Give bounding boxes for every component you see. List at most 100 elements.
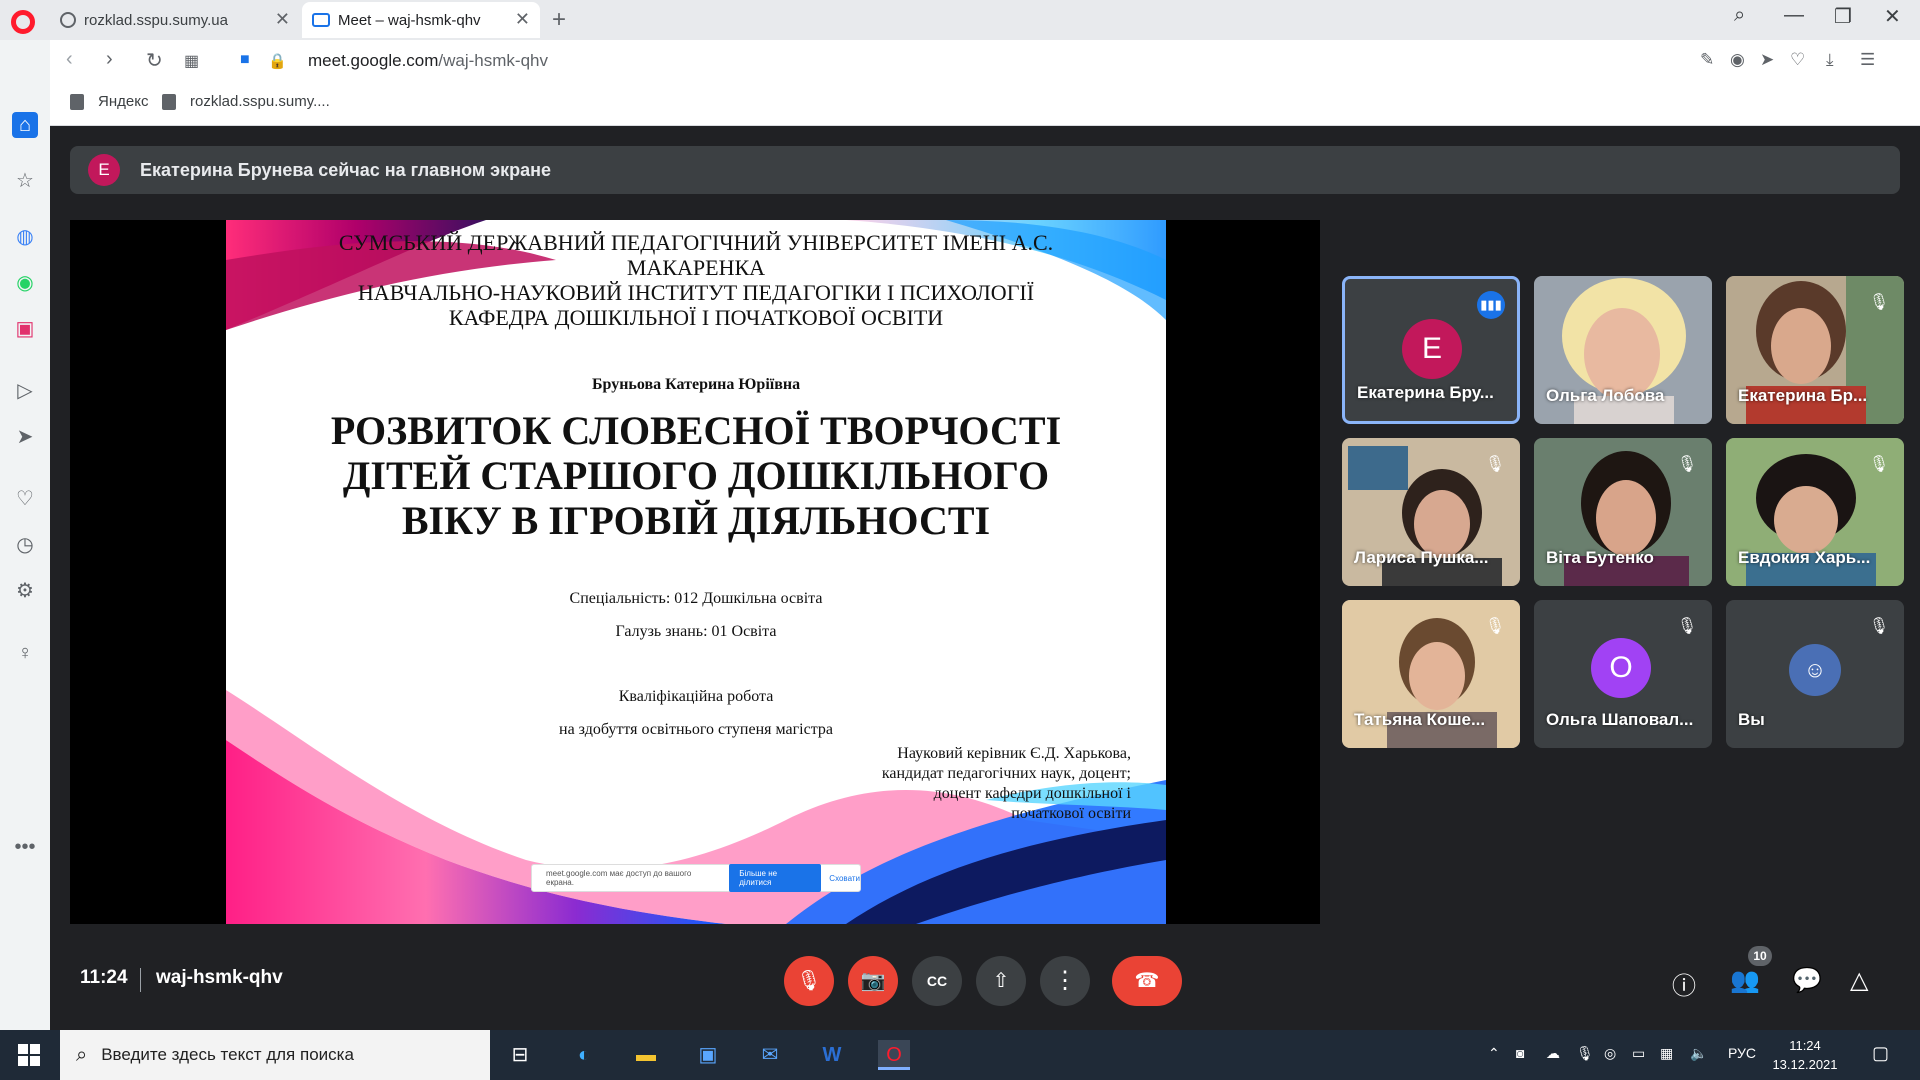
microphone-tray-icon[interactable]: 🎙 [1576,1045,1594,1062]
download-icon[interactable]: ⤓ [1826,50,1834,70]
bookmarks-icon[interactable]: ☆ [12,168,38,194]
language-indicator[interactable]: РУС [1728,1045,1756,1061]
participant-tile[interactable]: 🎙 Екатерина Бр... [1726,276,1904,424]
windows-taskbar: ⌕ Введите здесь текст для поиска ⊟ ◐ ▬ ▣… [0,1030,1920,1080]
slide-title: РОЗВИТОК СЛОВЕСНОЇ ТВОРЧОСТІ ДІТЕЙ СТАРШ… [330,408,1062,543]
present-button[interactable]: ⇧ [976,956,1026,1006]
easy-setup-icon[interactable]: ☰ [1860,50,1875,70]
windows-start-icon[interactable] [18,1044,40,1066]
mic-off-icon: 🎙 [1484,456,1506,473]
close-window-button[interactable]: ✕ [1884,4,1901,29]
activities-icon[interactable]: △ [1850,966,1868,995]
minimize-button[interactable]: — [1784,4,1804,27]
meeting-details-icon[interactable]: ⓘ [1672,966,1696,1001]
participant-tile[interactable]: 🎙 Віта Бутенко [1534,438,1712,586]
tab-meet[interactable]: Meet – waj-hsmk-qhv ✕ [302,2,540,38]
player-icon[interactable]: ▷ [12,378,38,404]
home-icon[interactable]: ⌂ [12,112,38,138]
forward-button[interactable]: › [106,48,113,71]
whatsapp-icon[interactable]: ◉ [12,270,38,296]
onedrive-icon[interactable]: ☁ [1546,1045,1560,1062]
leave-call-button[interactable]: ☎ [1112,956,1182,1006]
bookmark-yandex[interactable]: Яндекс [70,93,148,110]
speaking-indicator-icon: ▮▮▮ [1477,291,1505,319]
network-icon[interactable]: ▦ [1660,1045,1673,1062]
favorites-icon[interactable]: ♡ [12,486,38,512]
close-tab-icon[interactable]: ✕ [275,9,290,30]
participant-tile[interactable]: ☺ 🎙 Вы [1726,600,1904,748]
opera-menu-icon[interactable] [11,10,35,34]
edit-icon[interactable]: ✎ [1700,50,1714,70]
self-avatar: ☺ [1789,644,1841,696]
search-icon: ⌕ [76,1043,88,1066]
stop-sharing-button[interactable]: Більше не ділитися [729,864,822,892]
edge-icon[interactable]: ◐ [568,1040,600,1070]
history-icon[interactable]: ◷ [12,532,38,558]
bookmark-rozklad[interactable]: rozklad.sspu.sumy.... [162,93,330,110]
hide-notice-button[interactable]: Сховати [829,874,860,883]
mic-toggle-button[interactable]: 🎙 [784,956,834,1006]
tray-overflow-icon[interactable]: ⌃ [1488,1045,1500,1062]
reload-button[interactable]: ↻ [146,48,163,73]
bookmark-heart-icon[interactable]: ♡ [1790,50,1805,70]
mic-off-icon: 🎙 [1868,618,1890,635]
snapshot-icon[interactable]: ◉ [1730,50,1745,70]
send-icon[interactable]: ➤ [1760,50,1774,70]
flow-icon[interactable]: ➤ [12,424,38,450]
search-tabs-icon[interactable]: ⌕ [1734,4,1745,27]
chat-icon[interactable]: 💬 [1792,966,1822,995]
mail-icon[interactable]: ✉ [754,1040,786,1070]
more-options-button[interactable]: ⋮ [1040,956,1090,1006]
bookmarks-bar: Яндекс rozklad.sspu.sumy.... [50,82,1920,126]
camera-toggle-button[interactable]: 📷 [848,956,898,1006]
battery-icon[interactable]: ▭ [1632,1045,1645,1062]
vpn-icon[interactable]: ◎ [1604,1045,1616,1062]
store-icon[interactable]: ▣ [692,1040,724,1070]
participant-name: Лариса Пушка... [1354,548,1489,567]
task-view-icon[interactable]: ⊟ [504,1040,536,1070]
back-button[interactable]: ‹ [66,48,73,71]
close-tab-icon[interactable]: ✕ [515,9,530,30]
taskbar-search[interactable]: ⌕ Введите здесь текст для поиска [60,1030,490,1080]
camera-tray-icon[interactable]: ◙ [1516,1045,1524,1061]
tab-rozklad[interactable]: rozklad.sspu.sumy.ua ✕ [50,2,300,38]
divider [140,968,141,992]
meeting-code: waj-hsmk-qhv [156,967,283,988]
participant-tile[interactable]: 🎙 Лариса Пушка... [1342,438,1520,586]
url-field[interactable]: meet.google.com/waj-hsmk-qhv [308,51,548,71]
new-tab-button[interactable]: + [552,6,566,34]
speed-dial-icon[interactable]: ▦ [184,51,199,71]
participant-tile[interactable]: E ▮▮▮ Екатерина Бру... [1342,276,1520,424]
lock-icon[interactable]: 🔒 [268,52,287,70]
participants-icon[interactable]: 👥 [1730,966,1760,995]
slide-degree: на здобуття освітнього ступеня магістра [559,721,833,738]
instagram-icon[interactable]: ▣ [12,316,38,342]
opera-taskbar-icon[interactable]: O [878,1040,910,1070]
slide-qualification: Кваліфікаційна робота [618,688,774,705]
presenting-banner: E Екатерина Брунева сейчас на главном эк… [70,146,1900,194]
page-icon [70,93,84,110]
tips-icon[interactable]: ♀ [12,640,38,666]
captions-button[interactable]: CC [912,956,962,1006]
settings-icon[interactable]: ⚙ [12,578,38,604]
notifications-icon[interactable]: ▢ [1872,1043,1889,1064]
messenger-icon[interactable]: ◍ [12,224,38,250]
participant-tile[interactable]: O 🎙 Ольга Шаповал... [1534,600,1712,748]
camera-permission-icon[interactable]: ■ [240,51,250,69]
taskbar-clock[interactable]: 11:24 13.12.2021 [1760,1036,1850,1074]
volume-icon[interactable]: 🔈 [1690,1045,1707,1062]
word-icon[interactable]: W [816,1040,848,1070]
slide-supervisor: Науковий керівник Є.Д. Харькова, кандида… [881,745,1131,822]
participant-tile[interactable]: 🎙 Евдокия Харь... [1726,438,1904,586]
mic-off-icon: 🎙 [1676,618,1698,635]
participant-tile[interactable]: Ольга Лобова [1534,276,1712,424]
opera-sidebar: ⌂ ☆ ◍ ◉ ▣ ▷ ➤ ♡ ◷ ⚙ ♀ ••• [0,40,50,1030]
avatar: O [1591,638,1651,698]
file-explorer-icon[interactable]: ▬ [630,1040,662,1070]
participant-tile[interactable]: 🎙 Татьяна Коше... [1342,600,1520,748]
main-stage: СУМСЬКИЙ ДЕРЖАВНИЙ ПЕДАГОГІЧНИЙ УНІВЕРСИ… [70,220,1320,924]
search-placeholder: Введите здесь текст для поиска [101,1045,354,1064]
more-icon[interactable]: ••• [12,834,38,860]
restore-button[interactable]: ❐ [1834,4,1852,29]
mic-off-icon: 🎙 [1868,456,1890,473]
